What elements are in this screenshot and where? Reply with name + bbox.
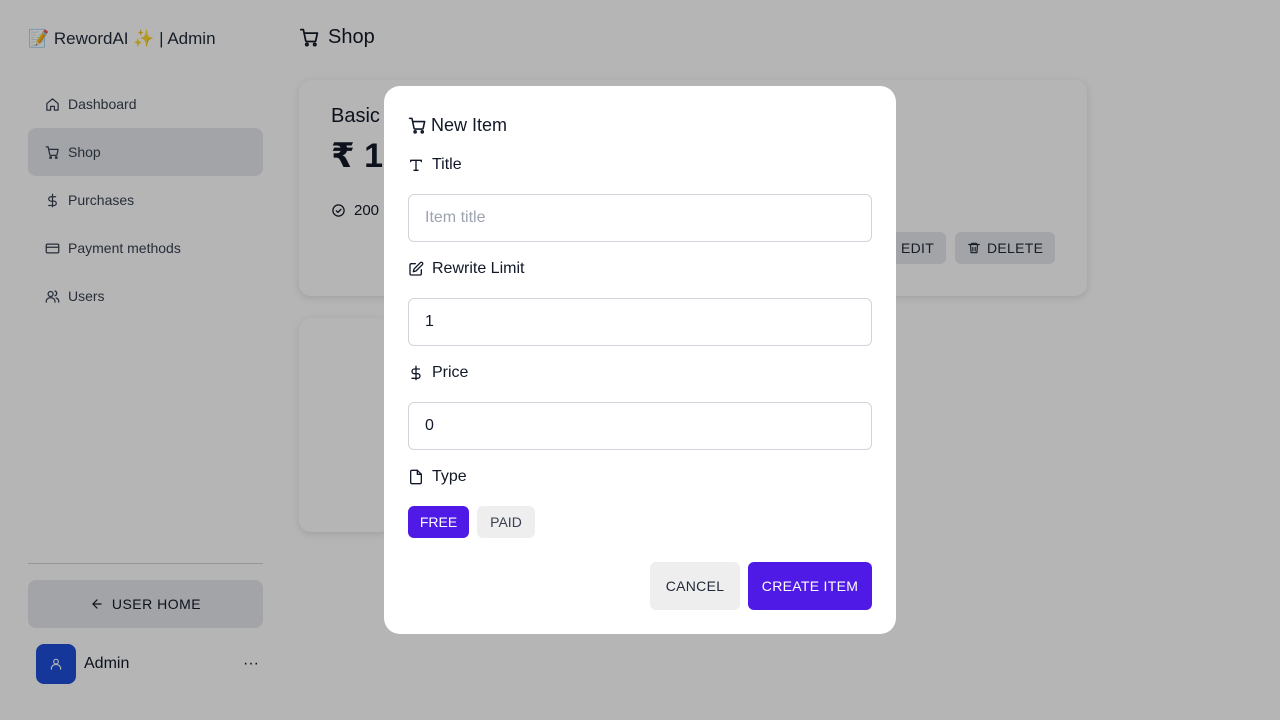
rewrite-limit-label-text: Rewrite Limit	[432, 260, 525, 277]
title-label: Title	[408, 156, 462, 174]
text-icon	[410, 159, 422, 171]
type-paid-button[interactable]: PAID	[477, 506, 535, 538]
rewrite-limit-label: Rewrite Limit	[408, 260, 524, 278]
file-icon	[410, 469, 422, 485]
new-item-dialog: New Item Title Rewrite Limit Price Type …	[384, 86, 896, 634]
title-label-text: Title	[432, 156, 462, 173]
price-input[interactable]	[408, 402, 872, 450]
title-input[interactable]	[408, 194, 872, 242]
price-label: Price	[408, 364, 468, 382]
dollar-icon	[411, 365, 421, 381]
type-free-button[interactable]: FREE	[408, 506, 469, 538]
type-label: Type	[408, 468, 467, 486]
rewrite-limit-input[interactable]	[408, 298, 872, 346]
price-label-text: Price	[432, 364, 469, 381]
edit-icon	[409, 261, 424, 276]
dialog-title: New Item	[408, 115, 507, 136]
dialog-title-text: New Item	[431, 115, 508, 135]
create-item-button[interactable]: CREATE ITEM	[748, 562, 872, 610]
cancel-button[interactable]: CANCEL	[650, 562, 740, 610]
cart-icon	[408, 117, 426, 134]
type-label-text: Type	[432, 468, 467, 485]
